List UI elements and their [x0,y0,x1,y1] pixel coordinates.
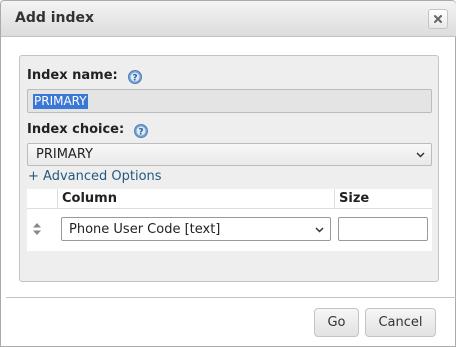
help-icon[interactable]: ? [128,70,142,84]
chevron-down-icon [416,152,425,158]
add-index-dialog: Add index Index name: ? PRIMARY Index ch… [0,0,456,347]
index-name-label: Index name: [27,68,118,83]
dialog-title: Add index [15,10,95,26]
header-divider [334,189,335,209]
index-choice-value: PRIMARY [36,147,93,162]
column-select[interactable]: Phone User Code [text] [61,217,331,241]
index-choice-select[interactable]: PRIMARY [27,143,432,166]
index-form-panel: Index name: ? PRIMARY Index choice: ? PR… [19,55,439,282]
svg-text:?: ? [132,74,137,84]
index-name-field[interactable]: PRIMARY [27,89,432,113]
cancel-button[interactable]: Cancel [365,308,436,337]
column-select-value: Phone User Code [text] [69,222,221,237]
header-divider [57,189,58,209]
column-header: Column [62,191,117,206]
index-choice-label: Index choice: [27,122,125,137]
go-button[interactable]: Go [314,308,359,337]
index-name-value: PRIMARY [33,94,88,109]
help-icon[interactable]: ? [134,124,148,138]
table-header-row: Column Size [27,189,432,209]
dialog-titlebar[interactable]: Add index [1,1,456,37]
footer-divider [6,297,456,298]
size-input[interactable] [338,217,428,241]
advanced-options-link[interactable]: + Advanced Options [28,169,162,184]
close-button[interactable] [428,9,448,29]
chevron-down-icon [315,227,324,233]
index-columns-table: Column Size Phone User Code [text] [27,189,432,251]
svg-text:?: ? [138,128,143,138]
size-header: Size [339,191,370,206]
drag-handle-icon[interactable] [32,222,42,236]
close-icon [434,15,442,23]
